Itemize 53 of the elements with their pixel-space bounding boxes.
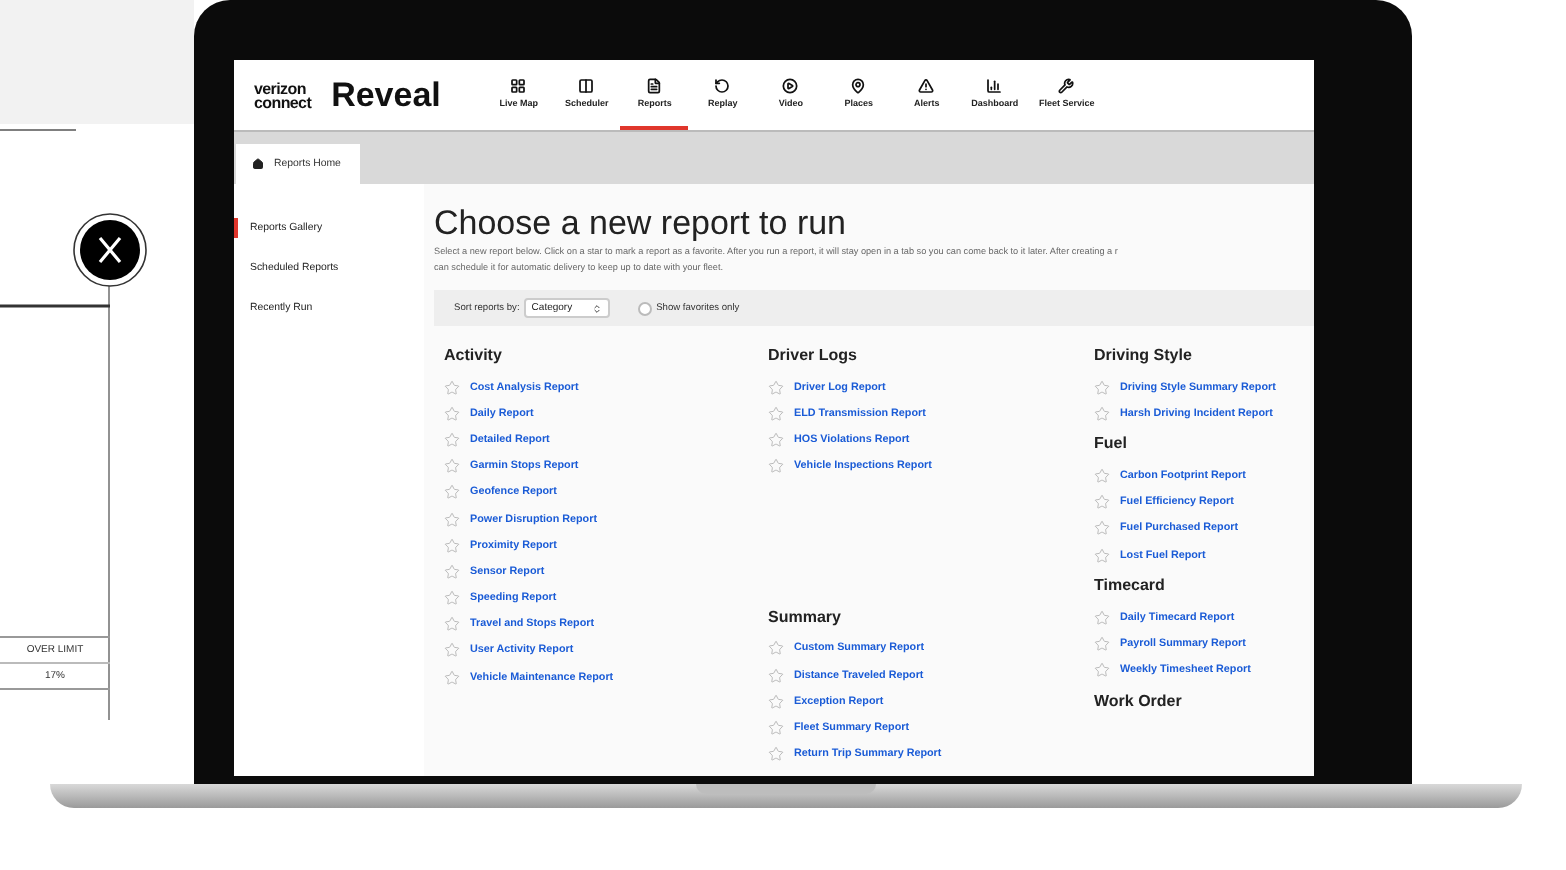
home-icon: [252, 158, 264, 170]
star-icon[interactable]: [444, 616, 460, 633]
star-icon[interactable]: [444, 405, 460, 422]
star-icon[interactable]: [444, 590, 460, 607]
star-icon[interactable]: [768, 746, 784, 763]
chevron-icon: [592, 303, 603, 313]
star-icon[interactable]: [444, 537, 460, 554]
star-icon[interactable]: [444, 379, 460, 396]
wrench-icon: [1058, 78, 1075, 94]
rotate-icon: [714, 78, 731, 94]
star-icon[interactable]: [768, 640, 784, 657]
star-icon[interactable]: [1094, 405, 1110, 422]
category-heading: Activity: [444, 346, 504, 368]
star-icon[interactable]: [768, 379, 784, 396]
star-icon[interactable]: [1094, 467, 1110, 484]
star-icon[interactable]: [444, 458, 460, 475]
star-icon[interactable]: [768, 667, 784, 684]
category-heading: Summary: [768, 607, 843, 630]
star-icon[interactable]: [444, 511, 460, 528]
document-icon: [646, 78, 663, 94]
favorites-checkbox[interactable]: [638, 301, 653, 315]
bar-chart-icon: [986, 78, 1003, 94]
star-icon[interactable]: [1094, 494, 1110, 511]
star-icon[interactable]: [768, 719, 784, 736]
star-icon[interactable]: [444, 669, 460, 686]
warning-icon: [918, 78, 935, 94]
pin-icon: [850, 78, 867, 94]
category-heading: Fuel: [1094, 434, 1129, 457]
star-icon[interactable]: [768, 458, 784, 475]
columns-icon: [578, 78, 595, 94]
brand-logo: verizon connect: [254, 81, 312, 109]
page-title: Choose a new report to run: [434, 204, 849, 244]
category-heading: Timecard: [1094, 576, 1167, 599]
close-icon: [72, 212, 148, 288]
category-heading: Driver Logs: [768, 346, 859, 368]
star-icon[interactable]: [768, 405, 784, 422]
star-icon[interactable]: [1094, 379, 1110, 396]
star-icon[interactable]: [1094, 635, 1110, 652]
play-icon: [782, 78, 799, 94]
star-icon[interactable]: [768, 693, 784, 710]
product-name: Reveal: [331, 75, 441, 115]
star-icon[interactable]: [444, 431, 460, 448]
grid-icon: [510, 78, 527, 94]
category-heading: Driving Style: [1094, 346, 1194, 368]
star-icon[interactable]: [1094, 520, 1110, 537]
star-icon[interactable]: [444, 484, 460, 501]
star-icon[interactable]: [768, 431, 784, 448]
star-icon[interactable]: [1094, 547, 1110, 564]
star-icon[interactable]: [1094, 609, 1110, 626]
star-icon[interactable]: [444, 642, 460, 659]
star-icon[interactable]: [1094, 662, 1110, 679]
star-icon[interactable]: [444, 563, 460, 580]
category-heading: Work Order: [1094, 691, 1184, 714]
